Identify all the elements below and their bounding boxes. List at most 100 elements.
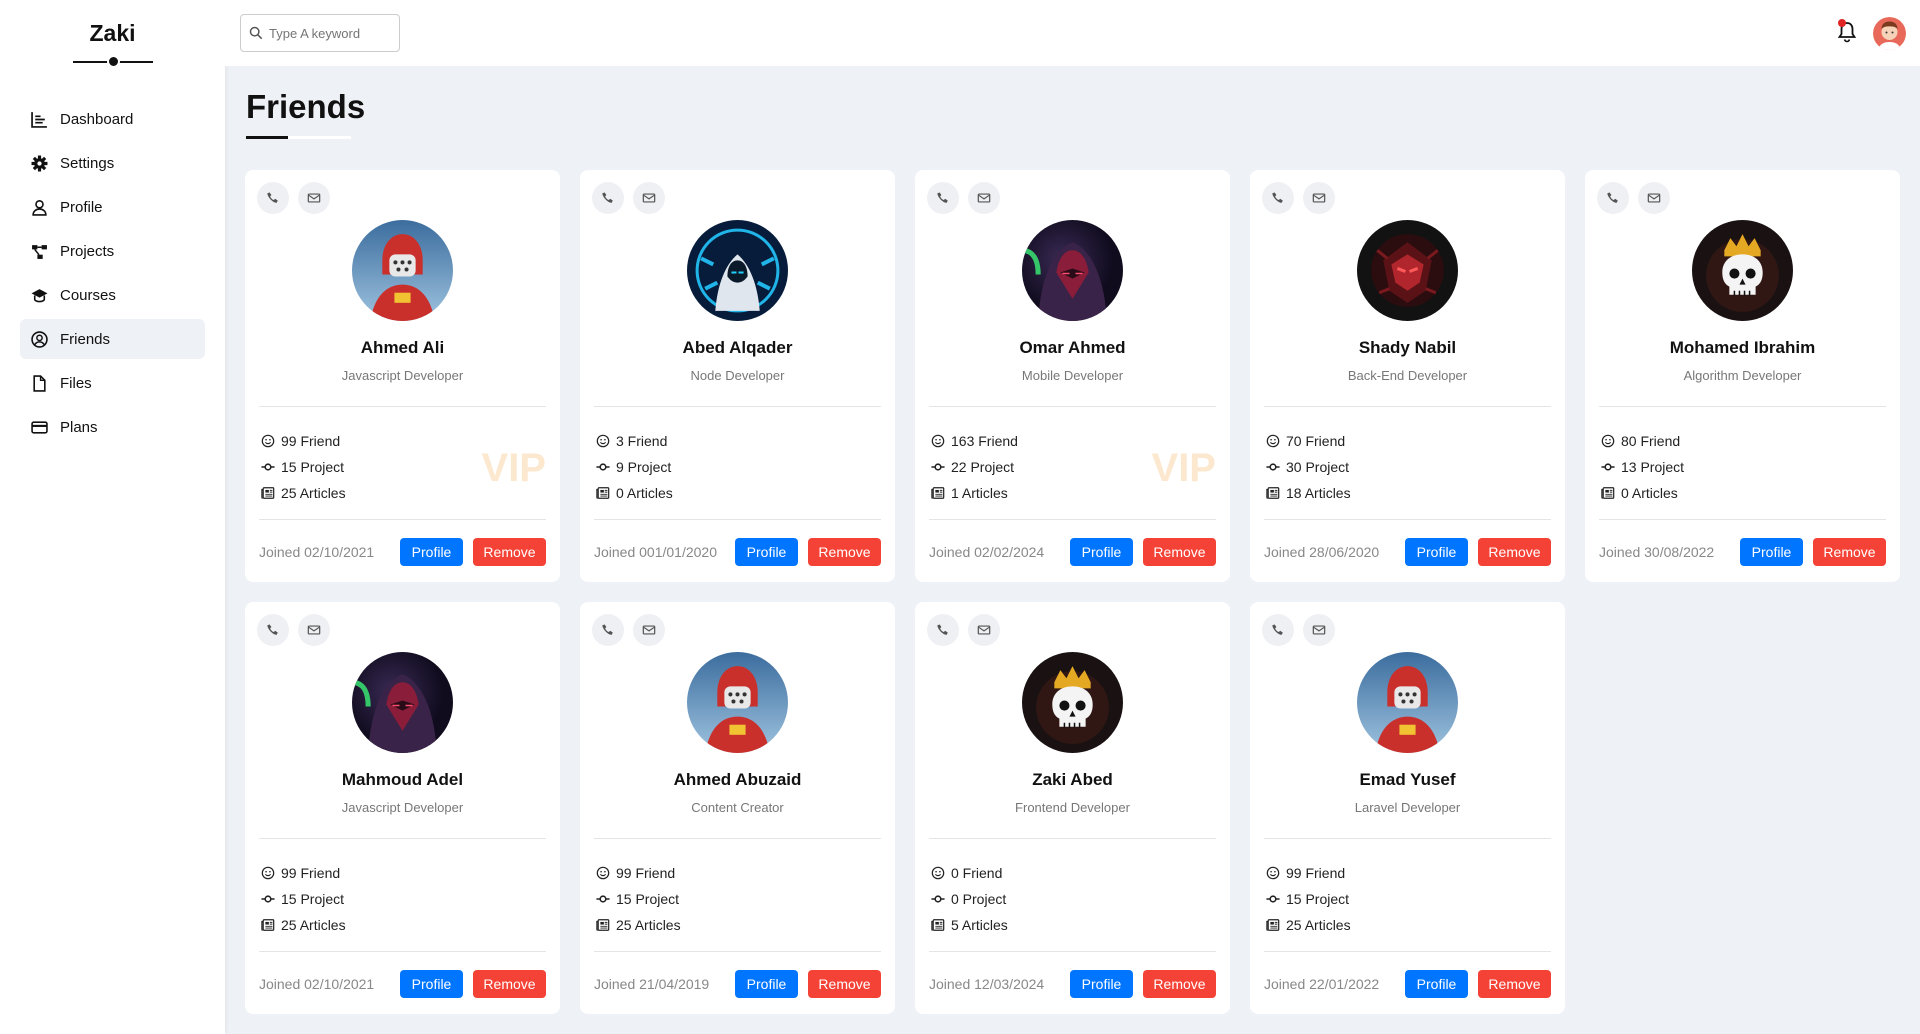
- call-button[interactable]: [1262, 182, 1294, 214]
- email-button[interactable]: [968, 614, 1000, 646]
- remove-button[interactable]: Remove: [1478, 970, 1551, 998]
- email-button[interactable]: [633, 182, 665, 214]
- profile-button[interactable]: Profile: [1740, 538, 1803, 566]
- call-button[interactable]: [1597, 182, 1629, 214]
- sidebar-item-plans[interactable]: Plans: [20, 407, 205, 447]
- envelope-icon: [1312, 625, 1326, 635]
- sidebar-item-label: Friends: [60, 330, 111, 348]
- sidebar-item-label: Files: [60, 374, 92, 392]
- search-input[interactable]: [269, 25, 389, 41]
- friend-name: Shady Nabil: [1358, 338, 1457, 357]
- email-button[interactable]: [968, 182, 1000, 214]
- friend-stats: 163 Friend 22 Project 1 Articles: [931, 428, 1018, 506]
- call-button[interactable]: [1262, 614, 1294, 646]
- article-count: 5 Articles: [931, 912, 1008, 938]
- call-button[interactable]: [592, 182, 624, 214]
- friend-avatar: [352, 652, 453, 753]
- profile-button[interactable]: Profile: [735, 538, 798, 566]
- newspaper-icon: [931, 487, 945, 499]
- divider: [259, 838, 546, 839]
- joined-date: Joined 22/01/2022: [1264, 976, 1380, 992]
- friend-name: Emad Yusef: [1359, 770, 1456, 789]
- remove-button[interactable]: Remove: [1478, 538, 1551, 566]
- article-count: 25 Articles: [596, 912, 681, 938]
- newspaper-icon: [261, 919, 275, 931]
- article-count: 1 Articles: [931, 480, 1018, 506]
- remove-button[interactable]: Remove: [808, 538, 881, 566]
- sidebar-item-settings[interactable]: Settings: [20, 143, 205, 183]
- friend-count: 0 Friend: [931, 860, 1008, 886]
- article-count: 25 Articles: [261, 480, 346, 506]
- sidebar-item-profile[interactable]: Profile: [20, 187, 205, 227]
- divider: [929, 406, 1216, 407]
- graduation-cap-icon: [30, 286, 48, 304]
- profile-button[interactable]: Profile: [1405, 538, 1468, 566]
- newspaper-icon: [1266, 487, 1280, 499]
- project-count: 22 Project: [931, 454, 1018, 480]
- smile-icon: [596, 434, 610, 448]
- user-icon: [30, 198, 48, 216]
- smile-icon: [1601, 434, 1615, 448]
- phone-icon: [267, 192, 278, 203]
- user-avatar[interactable]: [1873, 17, 1906, 50]
- call-button[interactable]: [257, 182, 289, 214]
- divider: [929, 951, 1216, 952]
- divider: [1599, 519, 1886, 520]
- friend-name: Ahmed Ali: [360, 338, 445, 357]
- profile-button[interactable]: Profile: [400, 538, 463, 566]
- call-button[interactable]: [592, 614, 624, 646]
- friend-stats: 80 Friend 13 Project 0 Articles: [1601, 428, 1684, 506]
- article-count: 25 Articles: [1266, 912, 1351, 938]
- remove-button[interactable]: Remove: [473, 538, 546, 566]
- email-button[interactable]: [298, 614, 330, 646]
- phone-icon: [267, 624, 278, 635]
- code-commit-icon: [1601, 463, 1615, 471]
- smile-icon: [931, 866, 945, 880]
- phone-icon: [1607, 192, 1618, 203]
- profile-button[interactable]: Profile: [1405, 970, 1468, 998]
- friend-count: 99 Friend: [261, 428, 346, 454]
- search-box[interactable]: [240, 14, 400, 52]
- friend-card: Ahmed Ali Javascript Developer 99 Friend 15…: [245, 170, 560, 582]
- profile-button[interactable]: Profile: [400, 970, 463, 998]
- sidebar-item-files[interactable]: Files: [20, 363, 205, 403]
- joined-date: Joined 21/04/2019: [594, 976, 710, 992]
- email-button[interactable]: [1303, 614, 1335, 646]
- email-button[interactable]: [633, 614, 665, 646]
- friend-name: Mohamed Ibrahim: [1669, 338, 1816, 357]
- code-commit-icon: [1266, 895, 1280, 903]
- smile-icon: [261, 434, 275, 448]
- sidebar-item-projects[interactable]: Projects: [20, 231, 205, 271]
- profile-button[interactable]: Profile: [1070, 538, 1133, 566]
- friend-avatar: [352, 220, 453, 321]
- friend-count: 163 Friend: [931, 428, 1018, 454]
- envelope-icon: [977, 625, 991, 635]
- envelope-icon: [1647, 193, 1661, 203]
- call-button[interactable]: [257, 614, 289, 646]
- divider: [259, 406, 546, 407]
- code-commit-icon: [261, 463, 275, 471]
- friend-card: Abed Alqader Node Developer 3 Friend 9 Proj…: [580, 170, 895, 582]
- call-button[interactable]: [927, 182, 959, 214]
- remove-button[interactable]: Remove: [1143, 970, 1216, 998]
- friend-stats: 99 Friend 15 Project 25 Articles: [596, 860, 681, 938]
- call-button[interactable]: [927, 614, 959, 646]
- email-button[interactable]: [1638, 182, 1670, 214]
- friend-count: 99 Friend: [1266, 860, 1351, 886]
- email-button[interactable]: [298, 182, 330, 214]
- sidebar-item-courses[interactable]: Courses: [20, 275, 205, 315]
- sidebar-item-friends[interactable]: Friends: [20, 319, 205, 359]
- sidebar-item-dashboard[interactable]: Dashboard: [20, 99, 205, 139]
- remove-button[interactable]: Remove: [473, 970, 546, 998]
- divider: [1264, 519, 1551, 520]
- notification-button[interactable]: [1836, 19, 1858, 44]
- remove-button[interactable]: Remove: [1813, 538, 1886, 566]
- profile-button[interactable]: Profile: [1070, 970, 1133, 998]
- email-button[interactable]: [1303, 182, 1335, 214]
- friend-name: Ahmed Abuzaid: [673, 770, 802, 789]
- project-count: 9 Project: [596, 454, 673, 480]
- remove-button[interactable]: Remove: [808, 970, 881, 998]
- profile-button[interactable]: Profile: [735, 970, 798, 998]
- remove-button[interactable]: Remove: [1143, 538, 1216, 566]
- joined-date: Joined 28/06/2020: [1264, 544, 1380, 560]
